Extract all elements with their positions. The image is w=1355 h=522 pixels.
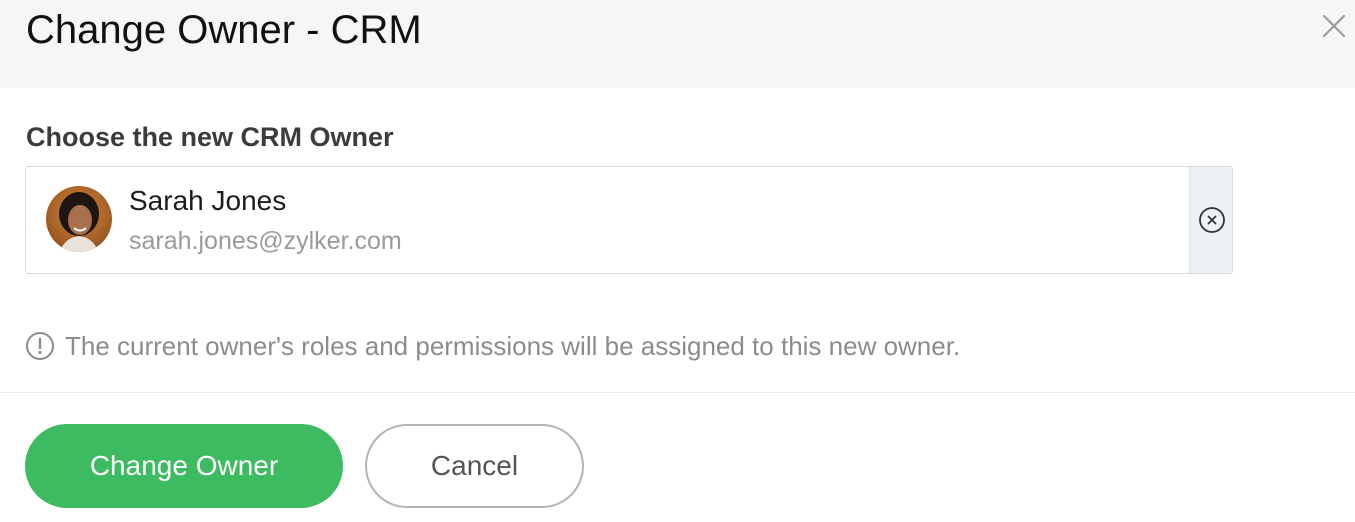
dialog-title: Change Owner - CRM xyxy=(26,8,422,52)
close-icon xyxy=(1322,14,1346,38)
cancel-button[interactable]: Cancel xyxy=(365,424,584,508)
avatar xyxy=(46,186,112,252)
close-button[interactable] xyxy=(1318,10,1350,42)
owner-select-field[interactable]: Sarah Jones sarah.jones@zylker.com xyxy=(25,166,1233,274)
owner-picker-label: Choose the new CRM Owner xyxy=(26,122,394,152)
change-owner-dialog: Change Owner - CRM Choose the new CRM Ow… xyxy=(0,0,1355,522)
clear-circle-x-icon xyxy=(1199,207,1225,233)
change-owner-button[interactable]: Change Owner xyxy=(25,424,343,508)
clear-selection-button[interactable] xyxy=(1189,167,1232,273)
notice-text: The current owner's roles and permission… xyxy=(65,331,961,361)
info-exclamation-icon xyxy=(26,332,54,360)
owner-name: Sarah Jones xyxy=(129,185,287,216)
owner-email: sarah.jones@zylker.com xyxy=(129,227,402,255)
dialog-header: Change Owner - CRM xyxy=(0,0,1355,88)
footer-divider xyxy=(0,392,1355,393)
